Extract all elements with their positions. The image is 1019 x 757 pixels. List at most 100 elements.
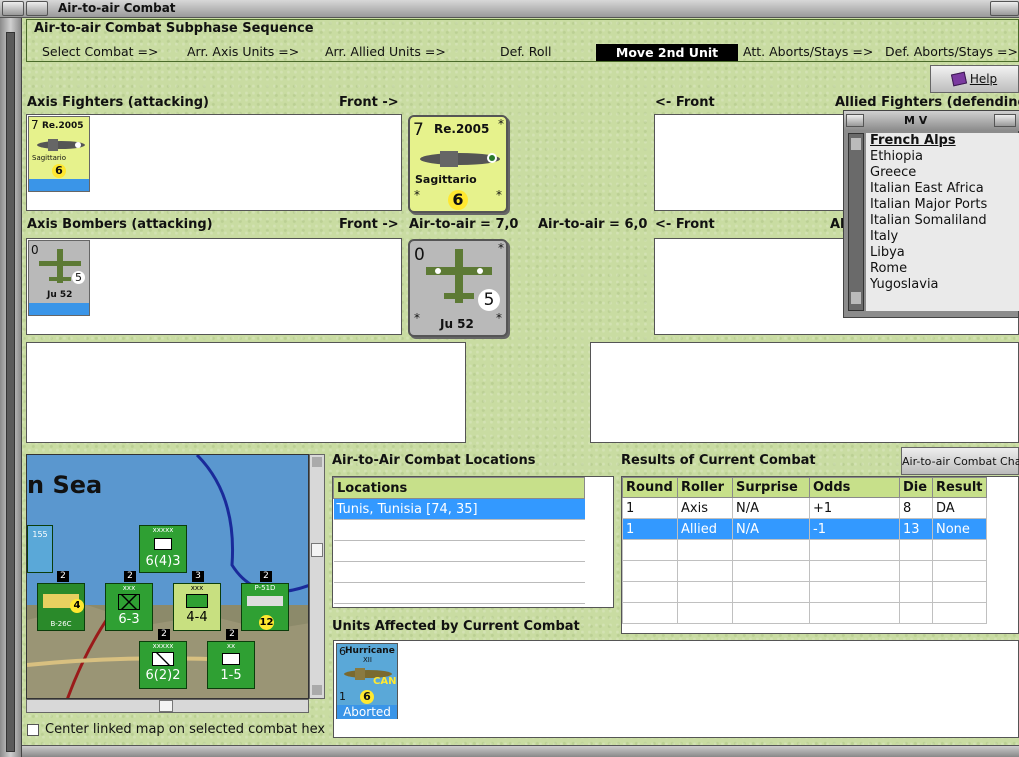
fighter-plane-icon	[37, 139, 85, 151]
window-menu-icon[interactable]	[2, 1, 24, 16]
axis-fighters-front: Front ->	[339, 95, 399, 110]
mv-item[interactable]: French Alps	[866, 133, 1019, 149]
table-row[interactable]	[333, 561, 585, 583]
col-result: Result	[932, 477, 987, 498]
mv-scrollbar[interactable]	[848, 133, 864, 311]
allied-fighters-front: <- Front	[655, 95, 715, 110]
mv-item[interactable]: Yugoslavia	[866, 277, 1019, 293]
counter-name: Re.2005	[434, 122, 490, 136]
counter-strength: 7	[31, 118, 39, 132]
window-close-icon[interactable]	[990, 1, 1019, 16]
col-die: Die	[899, 477, 933, 498]
mv-menu-icon[interactable]	[846, 114, 864, 127]
affected-panel	[333, 640, 1019, 738]
col-roller: Roller	[677, 477, 733, 498]
locations-column-header: Locations	[333, 477, 585, 499]
stack-count: 3	[192, 571, 204, 582]
counter-name: Ju 52	[440, 317, 474, 331]
mv-item[interactable]: Greece	[866, 165, 1019, 181]
counter-value: 6	[360, 690, 374, 704]
stack-count: 2	[158, 629, 170, 640]
col-surprise: Surprise	[732, 477, 810, 498]
help-button[interactable]: Help	[930, 65, 1019, 93]
counter-nation: CAN	[373, 676, 397, 687]
mv-item[interactable]: Ethiopia	[866, 149, 1019, 165]
scroll-down-icon[interactable]	[312, 685, 322, 695]
counter-pilot: Sagittario	[32, 154, 67, 162]
table-row[interactable]: Tunis, Tunisia [74, 35]	[333, 498, 585, 520]
scroll-up-icon[interactable]	[312, 457, 322, 467]
counter-status: Aborted	[337, 705, 397, 719]
axis-fighter-counter-small[interactable]: 7 Re.2005 Sagittario 6	[28, 116, 90, 192]
axis-bomber-counter-small[interactable]: 0 5 Ju 52	[28, 240, 90, 316]
title-bar: Air-to-air Combat	[0, 0, 1019, 18]
table-row[interactable]	[622, 581, 987, 603]
step-arr-allied: Arr. Allied Units =>	[325, 44, 446, 59]
map-unit[interactable]: xxxxx 6(4)3	[139, 525, 187, 573]
mv-item[interactable]: Libya	[866, 245, 1019, 261]
counter-name: Ju 52	[47, 290, 73, 300]
map-horizontal-scrollbar[interactable]	[26, 699, 309, 713]
map-vertical-scrollbar[interactable]	[309, 454, 325, 699]
axis-fighter-counter-large[interactable]: 7 Re.2005 * Sagittario * 6 *	[408, 115, 508, 213]
table-row[interactable]	[333, 540, 585, 562]
mv-item[interactable]: Italian Somaliland	[866, 213, 1019, 229]
bottom-frame	[22, 745, 1019, 757]
locations-table: Locations Tunis, Tunisia [74, 35]	[333, 477, 585, 604]
mv-item[interactable]: Italy	[866, 229, 1019, 245]
mv-item[interactable]: Italian East Africa	[866, 181, 1019, 197]
table-row[interactable]	[333, 582, 585, 604]
counter-value: 6	[52, 164, 66, 178]
scroll-thumb[interactable]	[311, 543, 323, 557]
counter-strength: 7	[413, 120, 424, 140]
step-def-aborts: Def. Aborts/Stays =>	[885, 44, 1018, 59]
counter-selection-strip	[29, 179, 89, 191]
map-unit[interactable]: xxxxx 6(2)2	[139, 641, 187, 689]
counter-star: *	[496, 188, 502, 202]
axis-info-panel	[26, 342, 466, 443]
results-table: Round Roller Surprise Odds Die Result 1A…	[622, 477, 987, 624]
axis-bomber-counter-large[interactable]: 0 * 5 * Ju 52 *	[408, 239, 508, 337]
map-unit[interactable]: xxx 6-3	[105, 583, 153, 631]
left-frame	[0, 18, 22, 757]
linked-map[interactable]: n Sea 155 xxxxx 6(4)3 4 B-26C xxx 6-3 xx…	[26, 454, 309, 699]
counter-pilot: Sagittario	[415, 173, 477, 186]
air-to-air-chart-button[interactable]: Air-to-air Combat Chart	[901, 447, 1019, 475]
counter-name: Hurricane	[345, 646, 395, 656]
sea-label: n Sea	[27, 471, 103, 499]
map-unit[interactable]: xx 1-5	[207, 641, 255, 689]
table-row[interactable]: 1 Axis N/A +1 8 DA	[622, 497, 987, 519]
center-map-checkbox[interactable]	[27, 724, 39, 736]
table-row[interactable]: 1 Allied N/A -1 13 None	[622, 518, 987, 540]
results-panel: Round Roller Surprise Odds Die Result 1A…	[621, 476, 1019, 634]
mv-close-icon[interactable]	[994, 114, 1016, 127]
help-book-icon	[950, 71, 967, 87]
allied-info-panel	[590, 342, 1019, 443]
table-row[interactable]	[622, 539, 987, 561]
mv-window-title-bar: M V	[844, 111, 1019, 131]
step-def-roll: Def. Roll	[500, 44, 552, 59]
mv-item[interactable]: Rome	[866, 261, 1019, 277]
allied-bombers-front: <- Front	[655, 217, 715, 232]
locations-header: Air-to-Air Combat Locations	[332, 453, 536, 468]
counter-star: *	[496, 311, 502, 325]
mv-window[interactable]: M V French Alps Ethiopia Greece Italian …	[843, 110, 1019, 318]
stack-count: 2	[226, 629, 238, 640]
counter-value: 5	[72, 271, 85, 284]
stack-count: 2	[57, 571, 69, 582]
affected-unit-counter[interactable]: 6 Hurricane XII CAN 1 6 Aborted	[336, 643, 398, 719]
table-row[interactable]	[622, 602, 987, 624]
map-unit[interactable]: xxx 4-4	[173, 583, 221, 631]
center-map-label: Center linked map on selected combat hex	[45, 722, 326, 737]
map-unit[interactable]: P-51D 12	[241, 583, 289, 631]
step-select-combat: Select Combat =>	[42, 44, 159, 59]
map-unit[interactable]: 4 B-26C	[37, 583, 85, 631]
scroll-thumb[interactable]	[159, 700, 173, 712]
map-unit[interactable]: 155	[27, 525, 53, 573]
mv-item[interactable]: Italian Major Ports	[866, 197, 1019, 213]
window-shade-icon[interactable]	[26, 1, 48, 16]
table-row[interactable]	[622, 560, 987, 582]
table-row[interactable]	[333, 519, 585, 541]
fighter-plane-icon	[420, 151, 500, 167]
sequence-title: Air-to-air Combat Subphase Sequence	[34, 21, 314, 36]
